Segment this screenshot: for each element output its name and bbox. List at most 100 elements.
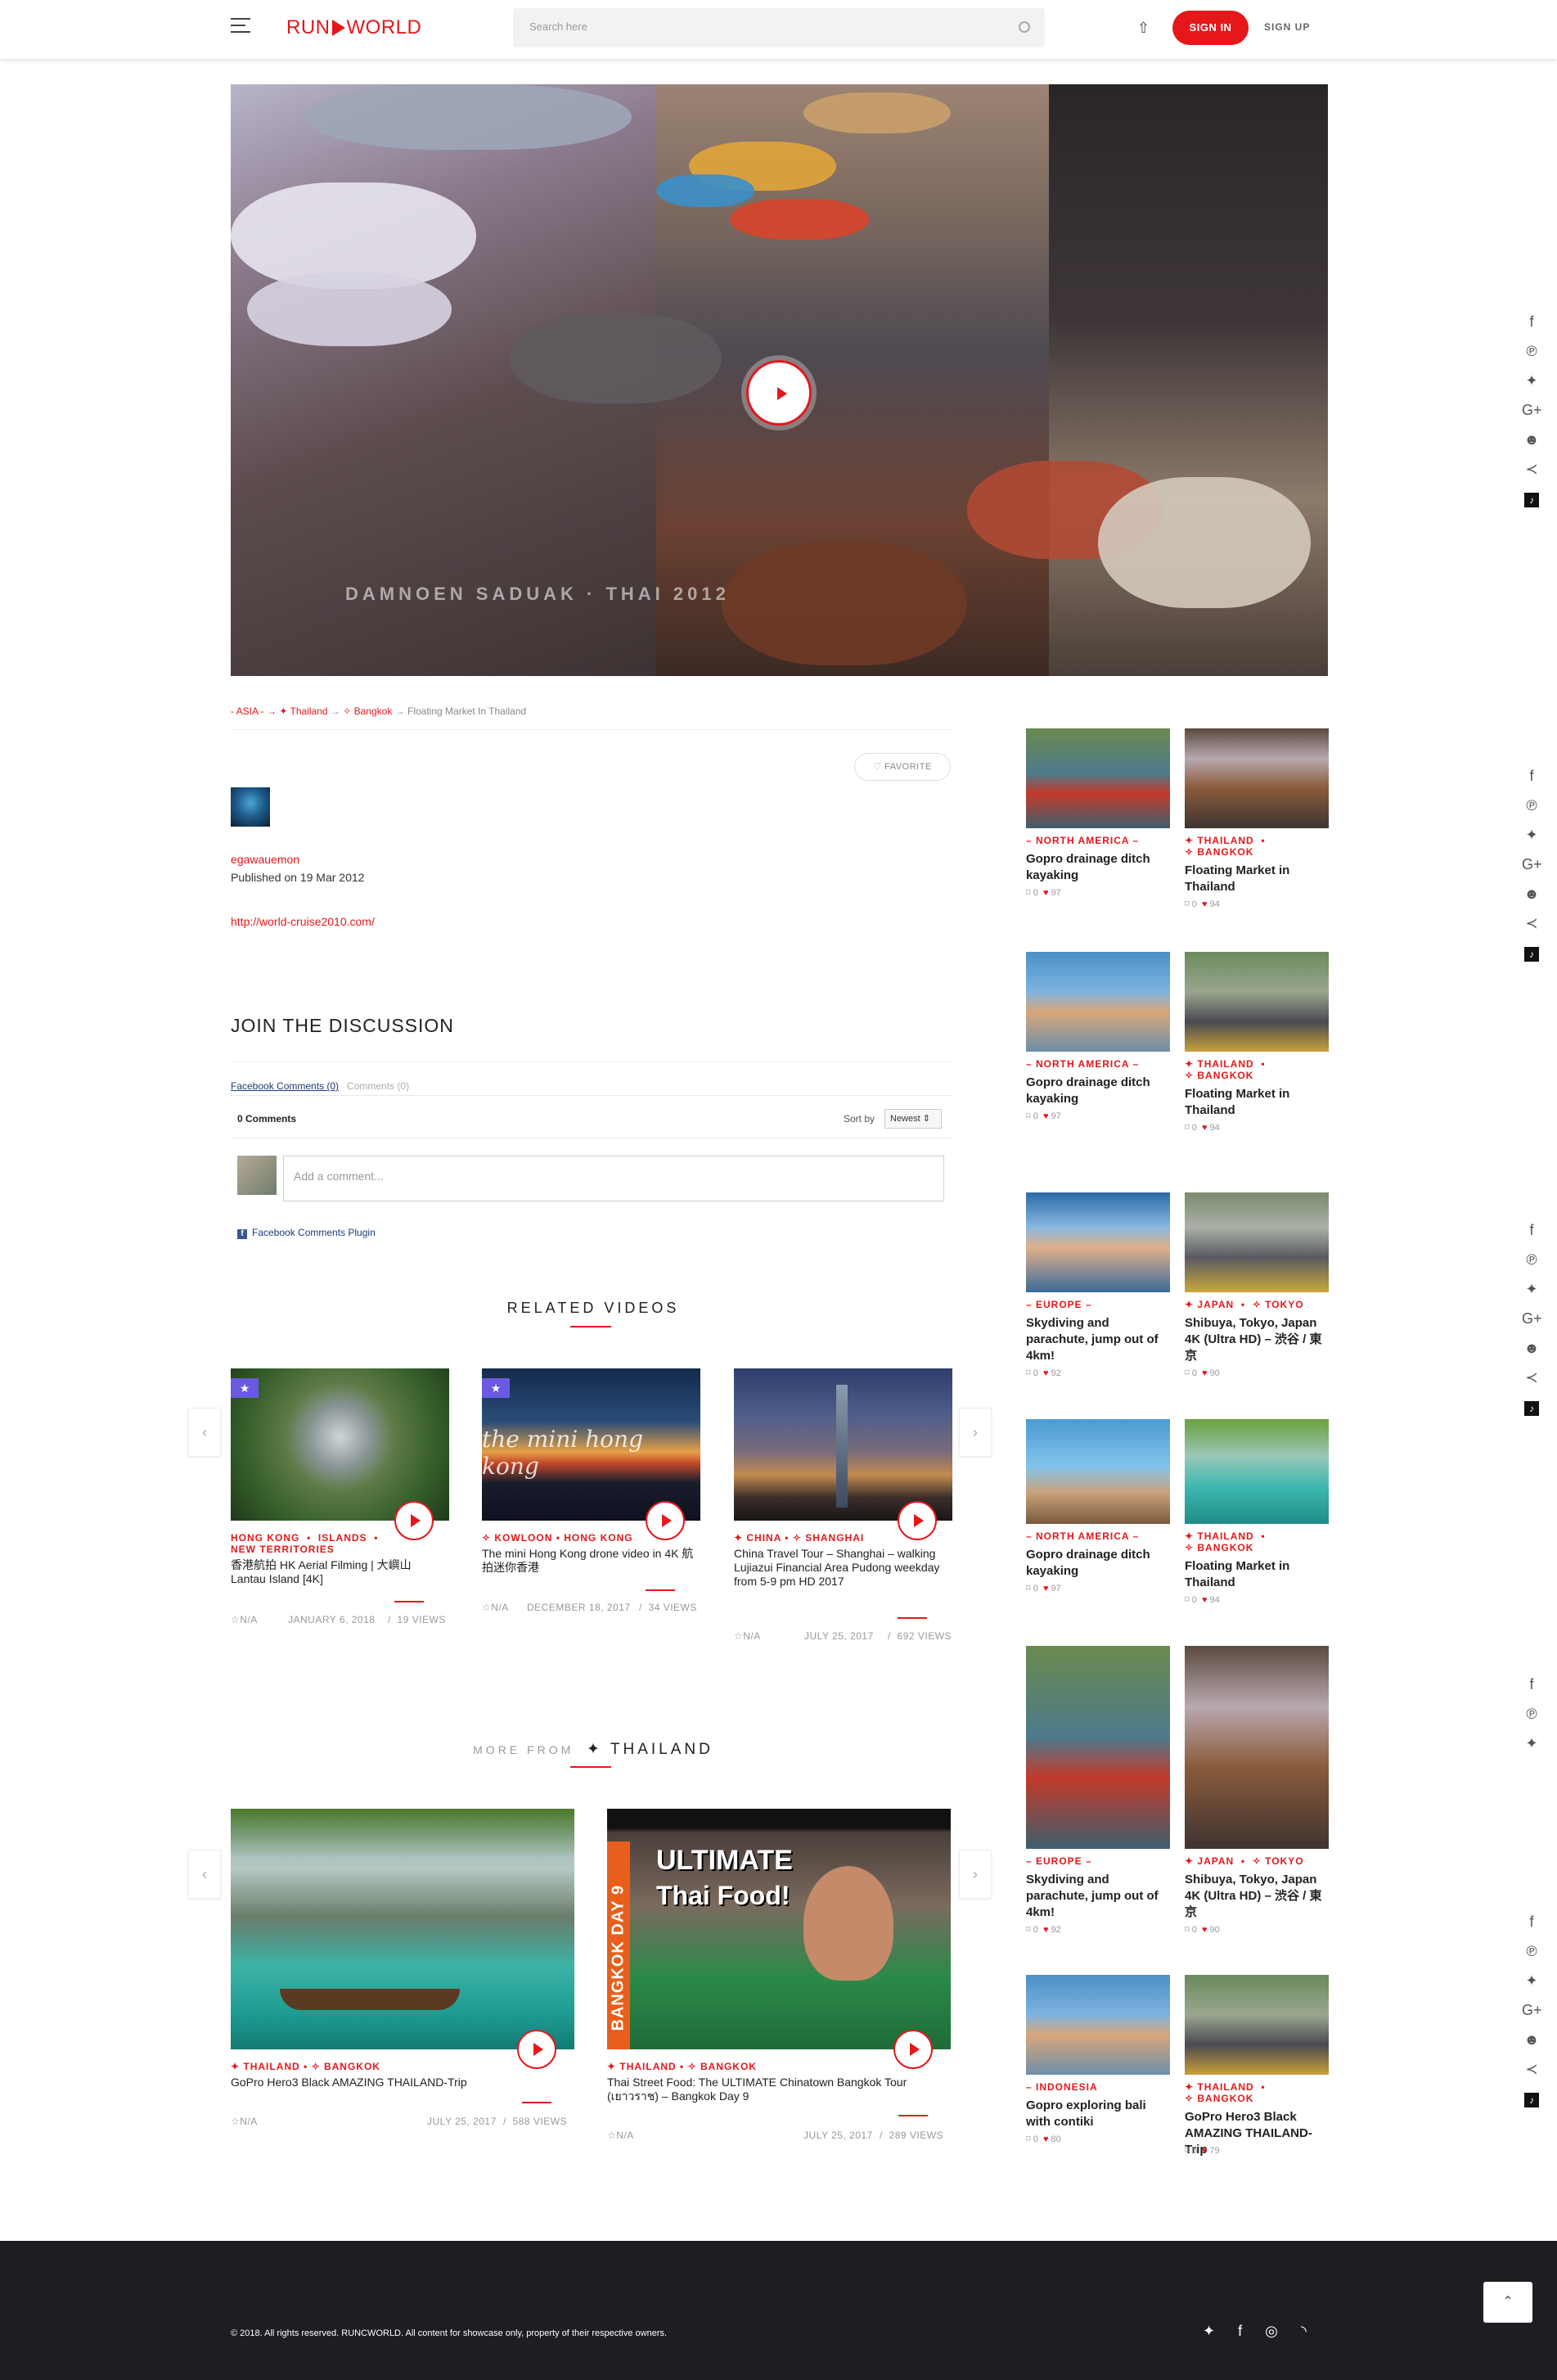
back-to-top-button[interactable]: ⌃ <box>1483 2282 1532 2323</box>
video-tags[interactable]: – EUROPE – <box>1026 1855 1092 1867</box>
video-thumbnail[interactable] <box>1185 1975 1329 2075</box>
comment-input[interactable]: Add a comment... <box>283 1156 944 1201</box>
video-tags[interactable]: ✦ THAILAND • ✧ BANGKOK <box>231 2061 380 2072</box>
video-title[interactable]: Floating Market in Thailand <box>1185 863 1329 895</box>
pinterest-icon[interactable]: ℗ <box>1522 791 1541 820</box>
sidebar-video-card[interactable]: ✦ JAPAN • ✧ TOKYO Shibuya, Tokyo, Japan 4… <box>1185 1192 1329 1378</box>
video-tags[interactable]: – INDONESIA <box>1026 2081 1098 2093</box>
video-tags[interactable]: ✦ CHINA • ✧ SHANGHAI <box>734 1532 864 1544</box>
share-icon[interactable]: ≺ <box>1522 908 1541 938</box>
related-card[interactable]: ★ the mini hong kong ✧ KOWLOON • HONG KO… <box>482 1368 700 1630</box>
video-thumbnail[interactable] <box>1185 1419 1329 1524</box>
tab-facebook-comments[interactable]: Facebook Comments (0) <box>231 1080 339 1092</box>
pinterest-icon[interactable]: ℗ <box>1522 1699 1541 1729</box>
play-button[interactable] <box>893 2030 933 2069</box>
video-title[interactable]: 香港航拍 HK Aerial Filming | 大嶼山 Lantau Isla… <box>231 1558 449 1586</box>
video-title[interactable]: Skydiving and parachute, jump out of 4km… <box>1026 1315 1170 1364</box>
video-tags[interactable]: ✦ THAILAND • ✧ BANGKOK <box>607 2061 757 2072</box>
sidebar-video-card[interactable]: ✦ THAILAND • ✧ BANGKOK Floating Market in… <box>1185 1419 1329 1605</box>
pinterest-icon[interactable]: ℗ <box>1522 1936 1541 1966</box>
tiktok-icon[interactable]: ♪ <box>1524 2093 1539 2107</box>
reddit-icon[interactable]: ☻ <box>1522 1333 1541 1363</box>
logo[interactable]: RUN WORLD <box>286 16 421 39</box>
more-next-arrow[interactable]: › <box>959 1850 992 1899</box>
video-title[interactable]: GoPro Hero3 Black AMAZING THAILAND-Trip <box>231 2076 574 2089</box>
facebook-plugin-link[interactable]: f Facebook Comments Plugin <box>237 1227 376 1239</box>
video-tags[interactable]: ✦ THAILAND • ✧ BANGKOK <box>1185 835 1266 858</box>
twitter-icon[interactable]: ✦ <box>1522 1966 1541 1995</box>
twitter-icon[interactable]: ✦ <box>1522 1274 1541 1304</box>
play-button[interactable] <box>746 360 812 426</box>
video-title[interactable]: Gopro drainage ditch kayaking <box>1026 1547 1170 1580</box>
facebook-icon[interactable]: f <box>1522 761 1541 791</box>
video-title[interactable]: Floating Market in Thailand <box>1185 1558 1329 1591</box>
share-icon[interactable]: ≺ <box>1522 454 1541 484</box>
sidebar-video-card[interactable]: – NORTH AMERICA – Gopro drainage ditch ka… <box>1026 952 1170 1121</box>
video-thumbnail[interactable] <box>231 1368 449 1521</box>
menu-icon[interactable] <box>231 18 250 36</box>
reddit-icon[interactable]: ☻ <box>1522 879 1541 908</box>
related-prev-arrow[interactable]: ‹ <box>188 1408 221 1457</box>
google-plus-icon[interactable]: G+ <box>1522 1995 1542 2025</box>
tab-comments[interactable]: Comments (0) <box>347 1080 409 1092</box>
facebook-icon[interactable]: f <box>1522 1670 1541 1699</box>
facebook-icon[interactable]: f <box>1522 1907 1541 1936</box>
video-title[interactable]: Gopro drainage ditch kayaking <box>1026 1075 1170 1107</box>
pinterest-icon[interactable]: ℗ <box>1522 336 1541 366</box>
tiktok-icon[interactable]: ♪ <box>1524 493 1539 507</box>
video-title[interactable]: The mini Hong Kong drone video in 4K 航拍迷… <box>482 1547 700 1575</box>
rss-icon[interactable]: ◝ <box>1301 2323 1307 2340</box>
avatar[interactable] <box>231 787 270 827</box>
google-plus-icon[interactable]: G+ <box>1522 850 1542 879</box>
video-title[interactable]: Gopro drainage ditch kayaking <box>1026 851 1170 884</box>
tiktok-icon[interactable]: ♪ <box>1524 947 1539 962</box>
sidebar-video-card[interactable]: ✦ THAILAND • ✧ BANGKOK Floating Market in… <box>1185 728 1329 909</box>
share-icon[interactable]: ≺ <box>1522 1363 1541 1392</box>
google-plus-icon[interactable]: G+ <box>1522 1304 1542 1333</box>
more-card[interactable]: BANGKOK DAY 9 ULTIMATE Thai Food! ✦ THAI… <box>607 1809 951 2103</box>
video-tags[interactable]: – EUROPE – <box>1026 1299 1092 1310</box>
twitter-icon[interactable]: ✦ <box>1522 820 1541 850</box>
video-title[interactable]: Shibuya, Tokyo, Japan 4K (Ultra HD) – 渋谷… <box>1185 1872 1329 1921</box>
breadcrumb-thailand[interactable]: ✦ Thailand <box>279 705 327 717</box>
video-tags[interactable]: ✦ THAILAND • ✧ BANGKOK <box>1185 1058 1266 1081</box>
google-plus-icon[interactable]: G+ <box>1522 395 1542 425</box>
sidebar-video-card[interactable]: – EUROPE – Skydiving and parachute, jump … <box>1026 1192 1170 1378</box>
video-thumbnail[interactable] <box>1026 1646 1170 1849</box>
related-card[interactable]: ✦ CHINA • ✧ SHANGHAI China Travel Tour –… <box>734 1368 952 1647</box>
facebook-icon[interactable]: f <box>1522 307 1541 336</box>
related-card[interactable]: ★ HONG KONG • ISLANDS • NEW TERRITORIES … <box>231 1368 449 1630</box>
sidebar-video-card[interactable]: ✦ THAILAND • ✧ BANGKOK Floating Market in… <box>1185 952 1329 1133</box>
video-title[interactable]: Skydiving and parachute, jump out of 4km… <box>1026 1872 1170 1921</box>
sidebar-video-card[interactable]: – NORTH AMERICA – Gopro drainage ditch ka… <box>1026 728 1170 898</box>
sidebar-video-card[interactable]: – NORTH AMERICA – Gopro drainage ditch ka… <box>1026 1419 1170 1593</box>
related-next-arrow[interactable]: › <box>959 1408 992 1457</box>
play-button[interactable] <box>517 2030 556 2069</box>
author-name[interactable]: egawauemon <box>231 853 299 866</box>
pinterest-icon[interactable]: ℗ <box>1522 1245 1541 1274</box>
video-thumbnail[interactable] <box>1026 952 1170 1052</box>
video-tags[interactable]: HONG KONG • ISLANDS • NEW TERRITORIES <box>231 1532 378 1555</box>
sidebar-video-card[interactable]: ✦ JAPAN • ✧ TOKYO Shibuya, Tokyo, Japan 4… <box>1185 1646 1329 1935</box>
video-player[interactable]: DAMNOEN SADUAK · THAI 2012 <box>231 84 1328 676</box>
reddit-icon[interactable]: ☻ <box>1522 2025 1541 2054</box>
sort-select[interactable]: Newest ⇕ <box>884 1109 942 1129</box>
sign-in-button[interactable]: SIGN IN <box>1172 11 1249 45</box>
video-tags[interactable]: – NORTH AMERICA – <box>1026 1058 1139 1070</box>
video-tags[interactable]: ✦ THAILAND • ✧ BANGKOK <box>1185 1530 1266 1553</box>
sidebar-video-card[interactable]: ✦ THAILAND • ✧ BANGKOK GoPro Hero3 Black … <box>1185 1975 1329 2157</box>
search-input[interactable]: Search here <box>513 8 1045 47</box>
video-thumbnail[interactable] <box>1185 952 1329 1052</box>
video-tags[interactable]: ✦ JAPAN • ✧ TOKYO <box>1185 1855 1304 1867</box>
video-title[interactable]: Gopro exploring bali with contiki <box>1026 2098 1170 2130</box>
facebook-icon[interactable]: f <box>1522 1215 1541 1245</box>
video-title[interactable]: Floating Market in Thailand <box>1185 1086 1329 1119</box>
video-thumbnail[interactable] <box>1026 1192 1170 1292</box>
instagram-icon[interactable]: ◎ <box>1265 2323 1278 2340</box>
video-tags[interactable]: ✦ JAPAN • ✧ TOKYO <box>1185 1299 1304 1310</box>
author-link[interactable]: http://world-cruise2010.com/ <box>231 915 375 928</box>
favorite-button[interactable]: ♡ FAVORITE <box>854 753 951 781</box>
breadcrumb-asia[interactable]: - ASIA - <box>231 705 267 717</box>
reddit-icon[interactable]: ☻ <box>1522 425 1541 454</box>
video-thumbnail[interactable] <box>1185 728 1329 828</box>
